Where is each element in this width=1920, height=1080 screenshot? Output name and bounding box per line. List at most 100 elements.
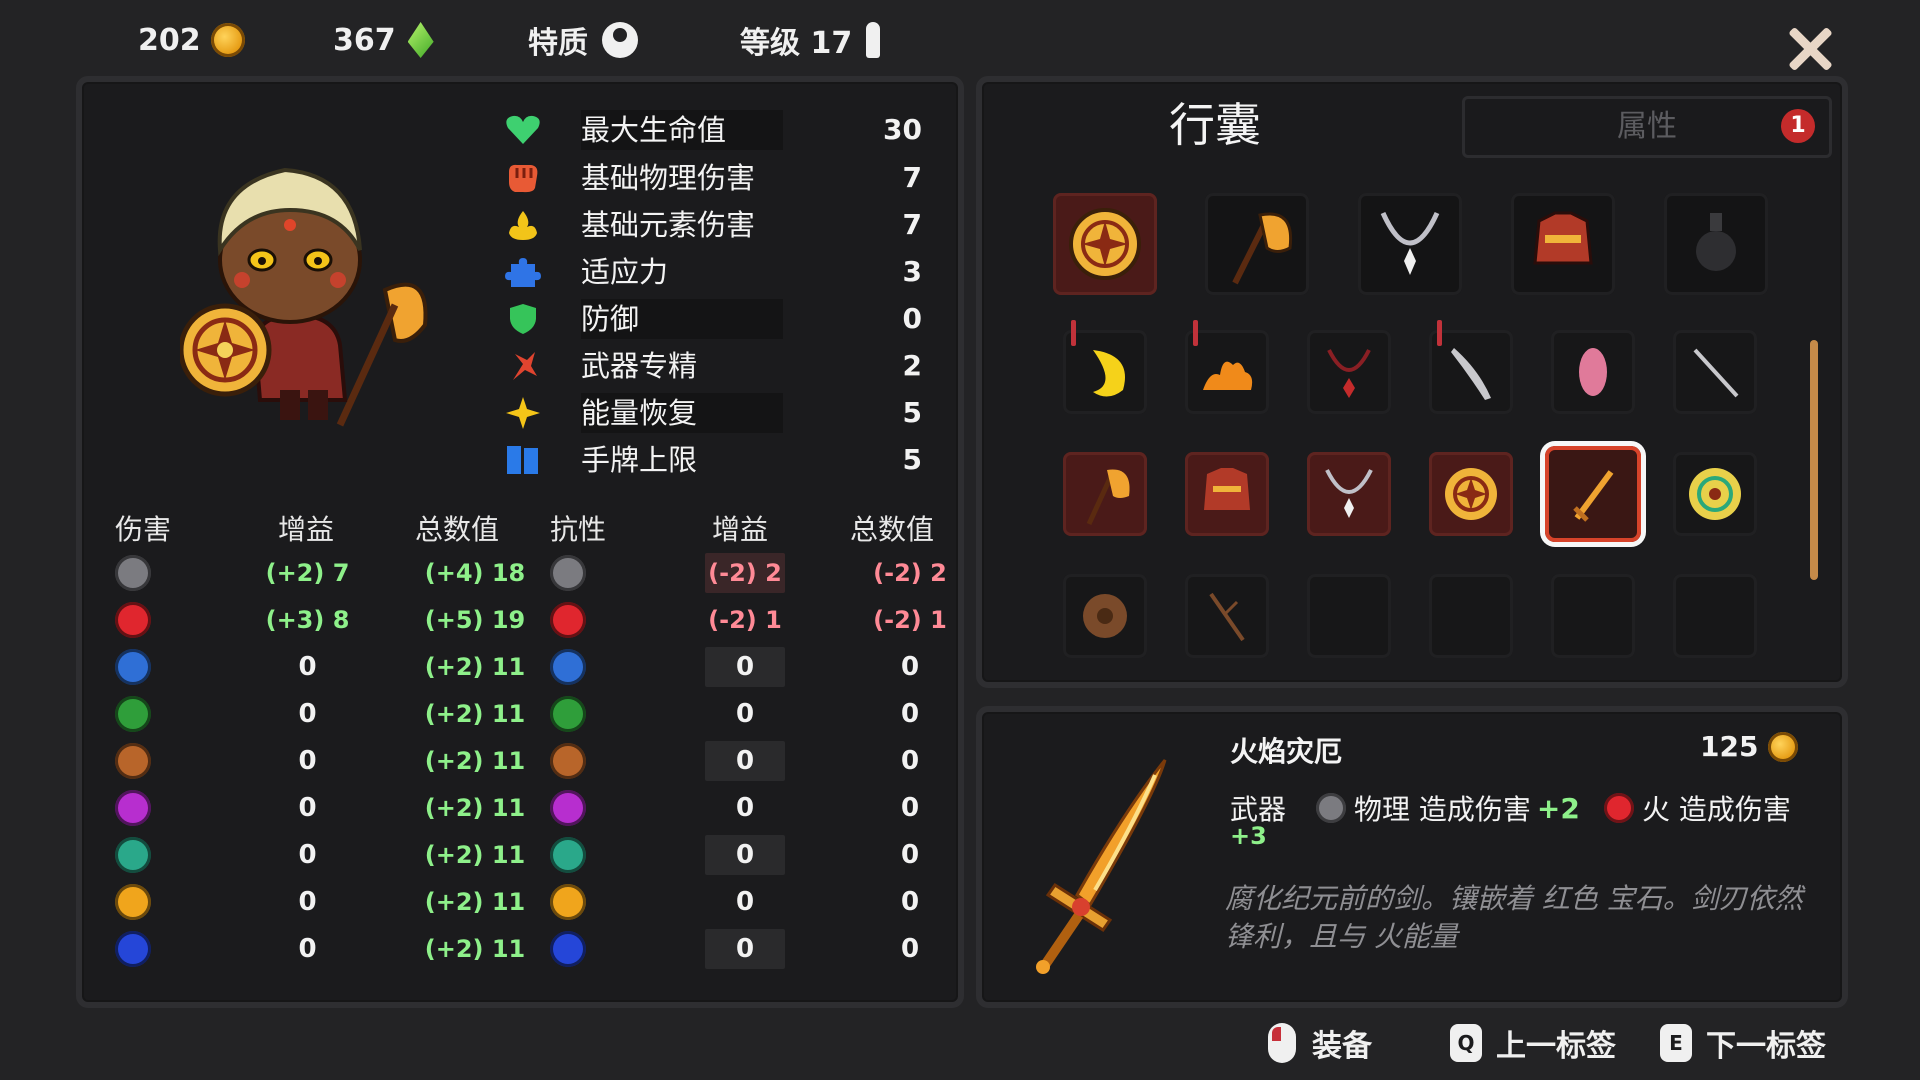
resist-total: 0 <box>900 746 920 776</box>
tab-bag-label: 行囊 <box>1169 98 1261 152</box>
item-price: 125 <box>1700 730 1799 763</box>
stat-energy-regen: 能量恢复 5 <box>505 393 940 433</box>
equipped-slot-armor[interactable] <box>1511 193 1615 295</box>
gold-counter: 202 <box>138 18 245 62</box>
new-item-marker <box>1437 320 1442 346</box>
inventory-slot[interactable] <box>1185 574 1269 658</box>
stat-value: 0 <box>902 302 922 335</box>
damage-bonus: 0 <box>298 699 317 729</box>
inventory-slot[interactable] <box>1307 452 1391 536</box>
damage-bonus: 0 <box>298 840 317 870</box>
resist-total: 0 <box>900 652 920 682</box>
gem-counter: 367 <box>333 18 434 62</box>
inventory-slot-empty[interactable] <box>1551 574 1635 658</box>
physical-element-icon <box>550 555 586 591</box>
equip-hint[interactable]: 装备 <box>1268 1020 1372 1066</box>
damage-total: (+2) 11 <box>424 794 526 822</box>
mouse-left-click-icon <box>1268 1023 1296 1063</box>
header-resist: 抗性 <box>550 513 607 546</box>
equipped-slot-potion[interactable] <box>1664 193 1768 295</box>
inventory-slot[interactable] <box>1673 452 1757 536</box>
tab-attributes[interactable]: 属性 1 <box>1462 96 1832 158</box>
table-row: (+3) 8 (+5) 19 (-2) 1 (-2) 1 <box>100 600 950 640</box>
inventory-slot[interactable] <box>1185 320 1269 414</box>
inventory-slot-empty[interactable] <box>1307 574 1391 658</box>
new-item-marker <box>1193 320 1198 346</box>
buckler-icon <box>1083 594 1127 638</box>
item-description: 腐化纪元前的剑。镶嵌着 红色 宝石。剑刃依然锋利，且与 火能量 <box>1225 882 1803 953</box>
resist-total: 0 <box>900 934 920 964</box>
table-row: 0 (+2) 11 0 0 <box>100 882 950 922</box>
wind-element-icon <box>550 837 586 873</box>
header-damage-total: 总数值 <box>415 513 500 546</box>
table-row: 0 (+2) 11 0 0 <box>100 741 950 781</box>
physical-element-icon <box>1316 793 1346 823</box>
amulet-icon <box>1327 349 1371 398</box>
fire-element-icon <box>1604 793 1634 823</box>
coin-icon <box>1768 731 1799 762</box>
earth-element-icon <box>550 743 586 779</box>
lightning-element-icon <box>550 884 586 920</box>
stat-value: 3 <box>902 255 922 288</box>
equip-label: 装备 <box>1312 1029 1372 1064</box>
item-effect-fire: 火 造成伤害 <box>1604 788 1791 828</box>
inventory-slot[interactable] <box>1429 452 1513 536</box>
equipped-slot-necklace[interactable] <box>1358 193 1462 295</box>
table-row: 0 (+2) 11 0 0 <box>100 929 950 969</box>
inventory-slot[interactable] <box>1551 330 1635 414</box>
prev-tab-label: 上一标签 <box>1496 1029 1616 1064</box>
stat-value: 7 <box>902 161 922 194</box>
resist-total: (-2) 1 <box>873 606 947 634</box>
inventory-slot[interactable] <box>1063 574 1147 658</box>
inventory-slot[interactable] <box>1673 330 1757 414</box>
stat-label: 适应力 <box>581 255 669 289</box>
equipped-slot-weapon[interactable] <box>1205 193 1309 295</box>
damage-bonus: 0 <box>298 793 317 823</box>
e-key-icon: E <box>1660 1024 1692 1062</box>
trait-button[interactable]: 特质 <box>528 18 638 62</box>
inventory-scrollbar[interactable] <box>1810 340 1818 580</box>
item-name: 火焰灾厄 <box>1230 735 1343 768</box>
stat-hand-limit: 手牌上限 5 <box>505 440 940 480</box>
damage-bonus: (+2) 7 <box>265 559 350 587</box>
damage-total: (+2) 11 <box>424 888 526 916</box>
item-effect-physical: 物理 造成伤害 +2 <box>1316 788 1580 828</box>
heart-icon <box>506 115 540 144</box>
equipped-slot-shield[interactable] <box>1053 193 1157 295</box>
shield-icon <box>510 304 536 334</box>
close-button[interactable] <box>1786 24 1834 72</box>
tab-bag[interactable]: 行囊 <box>980 80 1450 170</box>
effect-bonus: +3 <box>1230 822 1267 850</box>
inventory-slot[interactable] <box>1185 452 1269 536</box>
resist-total: (-2) 2 <box>873 559 947 587</box>
damage-total: (+2) 11 <box>424 747 526 775</box>
damage-total: (+4) 18 <box>424 559 526 587</box>
inventory-slot-empty[interactable] <box>1673 574 1757 658</box>
axe-icon <box>1086 469 1130 526</box>
potion-icon <box>1696 213 1736 271</box>
inventory-slot[interactable] <box>1307 330 1391 414</box>
stat-value: 30 <box>883 113 922 146</box>
stat-label: 最大生命值 <box>581 110 783 150</box>
golden-shield-icon <box>1689 468 1741 520</box>
elements-icon <box>509 211 537 240</box>
table-row: (+2) 7 (+4) 18 (-2) 2 (-2) 2 <box>100 553 950 593</box>
next-tab-label: 下一标签 <box>1706 1029 1826 1064</box>
stat-base-elemental: 基础元素伤害 7 <box>505 205 940 245</box>
resist-bonus: (-2) 1 <box>708 606 782 634</box>
inventory-slot[interactable] <box>1429 320 1513 414</box>
resist-bonus: 0 <box>705 741 785 781</box>
damage-bonus: 0 <box>298 934 317 964</box>
inventory-slot[interactable] <box>1063 452 1147 536</box>
stat-label: 防御 <box>581 299 783 339</box>
puzzle-icon <box>505 258 541 287</box>
prev-tab-hint[interactable]: Q 上一标签 <box>1450 1020 1616 1066</box>
stick-icon <box>1209 592 1245 642</box>
damage-bonus: 0 <box>298 746 317 776</box>
inventory-slot-empty[interactable] <box>1429 574 1513 658</box>
next-tab-hint[interactable]: E 下一标签 <box>1660 1020 1826 1066</box>
inventory-slot[interactable] <box>1063 320 1147 414</box>
resist-bonus: 0 <box>705 835 785 875</box>
inventory-slot-selected[interactable] <box>1545 446 1641 542</box>
physical-element-icon <box>115 555 151 591</box>
